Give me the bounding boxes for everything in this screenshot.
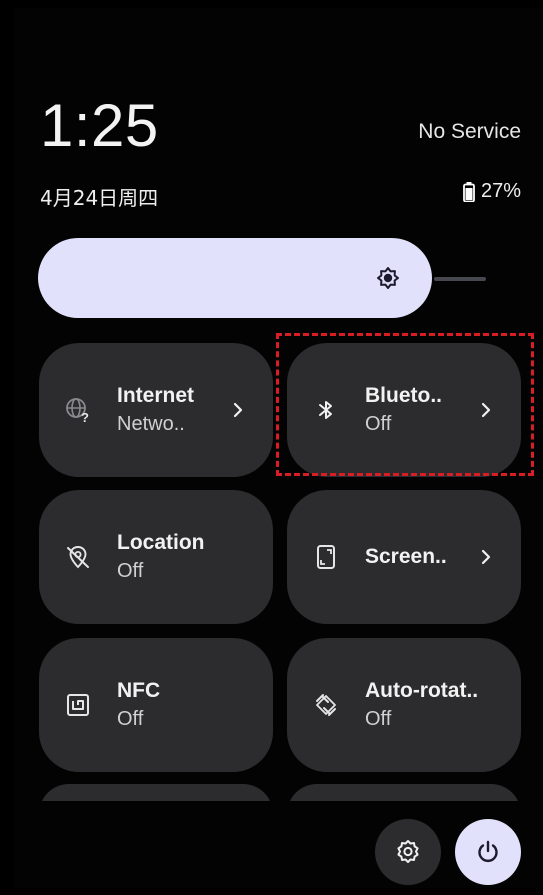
location-off-icon [67,546,89,569]
screen-record-icon [317,545,335,569]
power-icon [478,840,498,863]
carrier-status: No Service [418,120,521,143]
svg-text:?: ? [81,410,89,423]
brightness-slider[interactable] [38,238,486,318]
tile-label: NFC [117,679,161,702]
tile-location[interactable]: Location Off [39,490,273,624]
chevron-right-icon [481,549,491,565]
auto-rotate-icon [316,694,336,716]
tile-label: Location [117,531,205,554]
tile-state: Netwo.. [117,413,185,435]
tile-internet[interactable]: ? Internet Netwo.. [39,343,273,477]
tile-state: Off [117,708,144,730]
tile-text: NFC Off [117,678,160,734]
globe-question-icon: ? [66,398,89,423]
tile-nfc[interactable]: NFC Off [39,638,273,772]
tile-state: Off [117,560,144,582]
tile-text: Auto-rotat.. Off [365,678,478,734]
tile-text: Location Off [117,530,205,586]
battery-percent: 27% [480,180,521,202]
chevron-right-icon [233,402,243,418]
tile-text: Screen.. [365,544,447,570]
tile-screen-record[interactable]: Screen.. [287,490,521,624]
brightness-icon [377,267,400,289]
date-label[interactable]: 4月24日周四 [40,182,158,211]
tile-auto-rotate[interactable]: Auto-rotat.. Off [287,638,521,772]
brightness-fill[interactable] [38,238,433,318]
power-button[interactable] [455,819,521,885]
brightness-track-rest[interactable] [434,277,486,281]
battery-indicator: 27% [463,180,521,203]
battery-icon [463,181,475,202]
tile-state: Off [365,708,392,730]
nfc-icon [67,694,89,716]
clock-time[interactable]: 1:25 [40,96,159,156]
highlight-box [276,333,534,476]
tile-label: Auto-rotat.. [365,679,479,702]
tile-text: Internet Netwo.. [117,383,194,439]
tile-label: Internet [117,384,195,407]
gear-icon [397,840,419,863]
tile-label: Screen.. [365,545,447,568]
settings-button[interactable] [375,819,441,885]
